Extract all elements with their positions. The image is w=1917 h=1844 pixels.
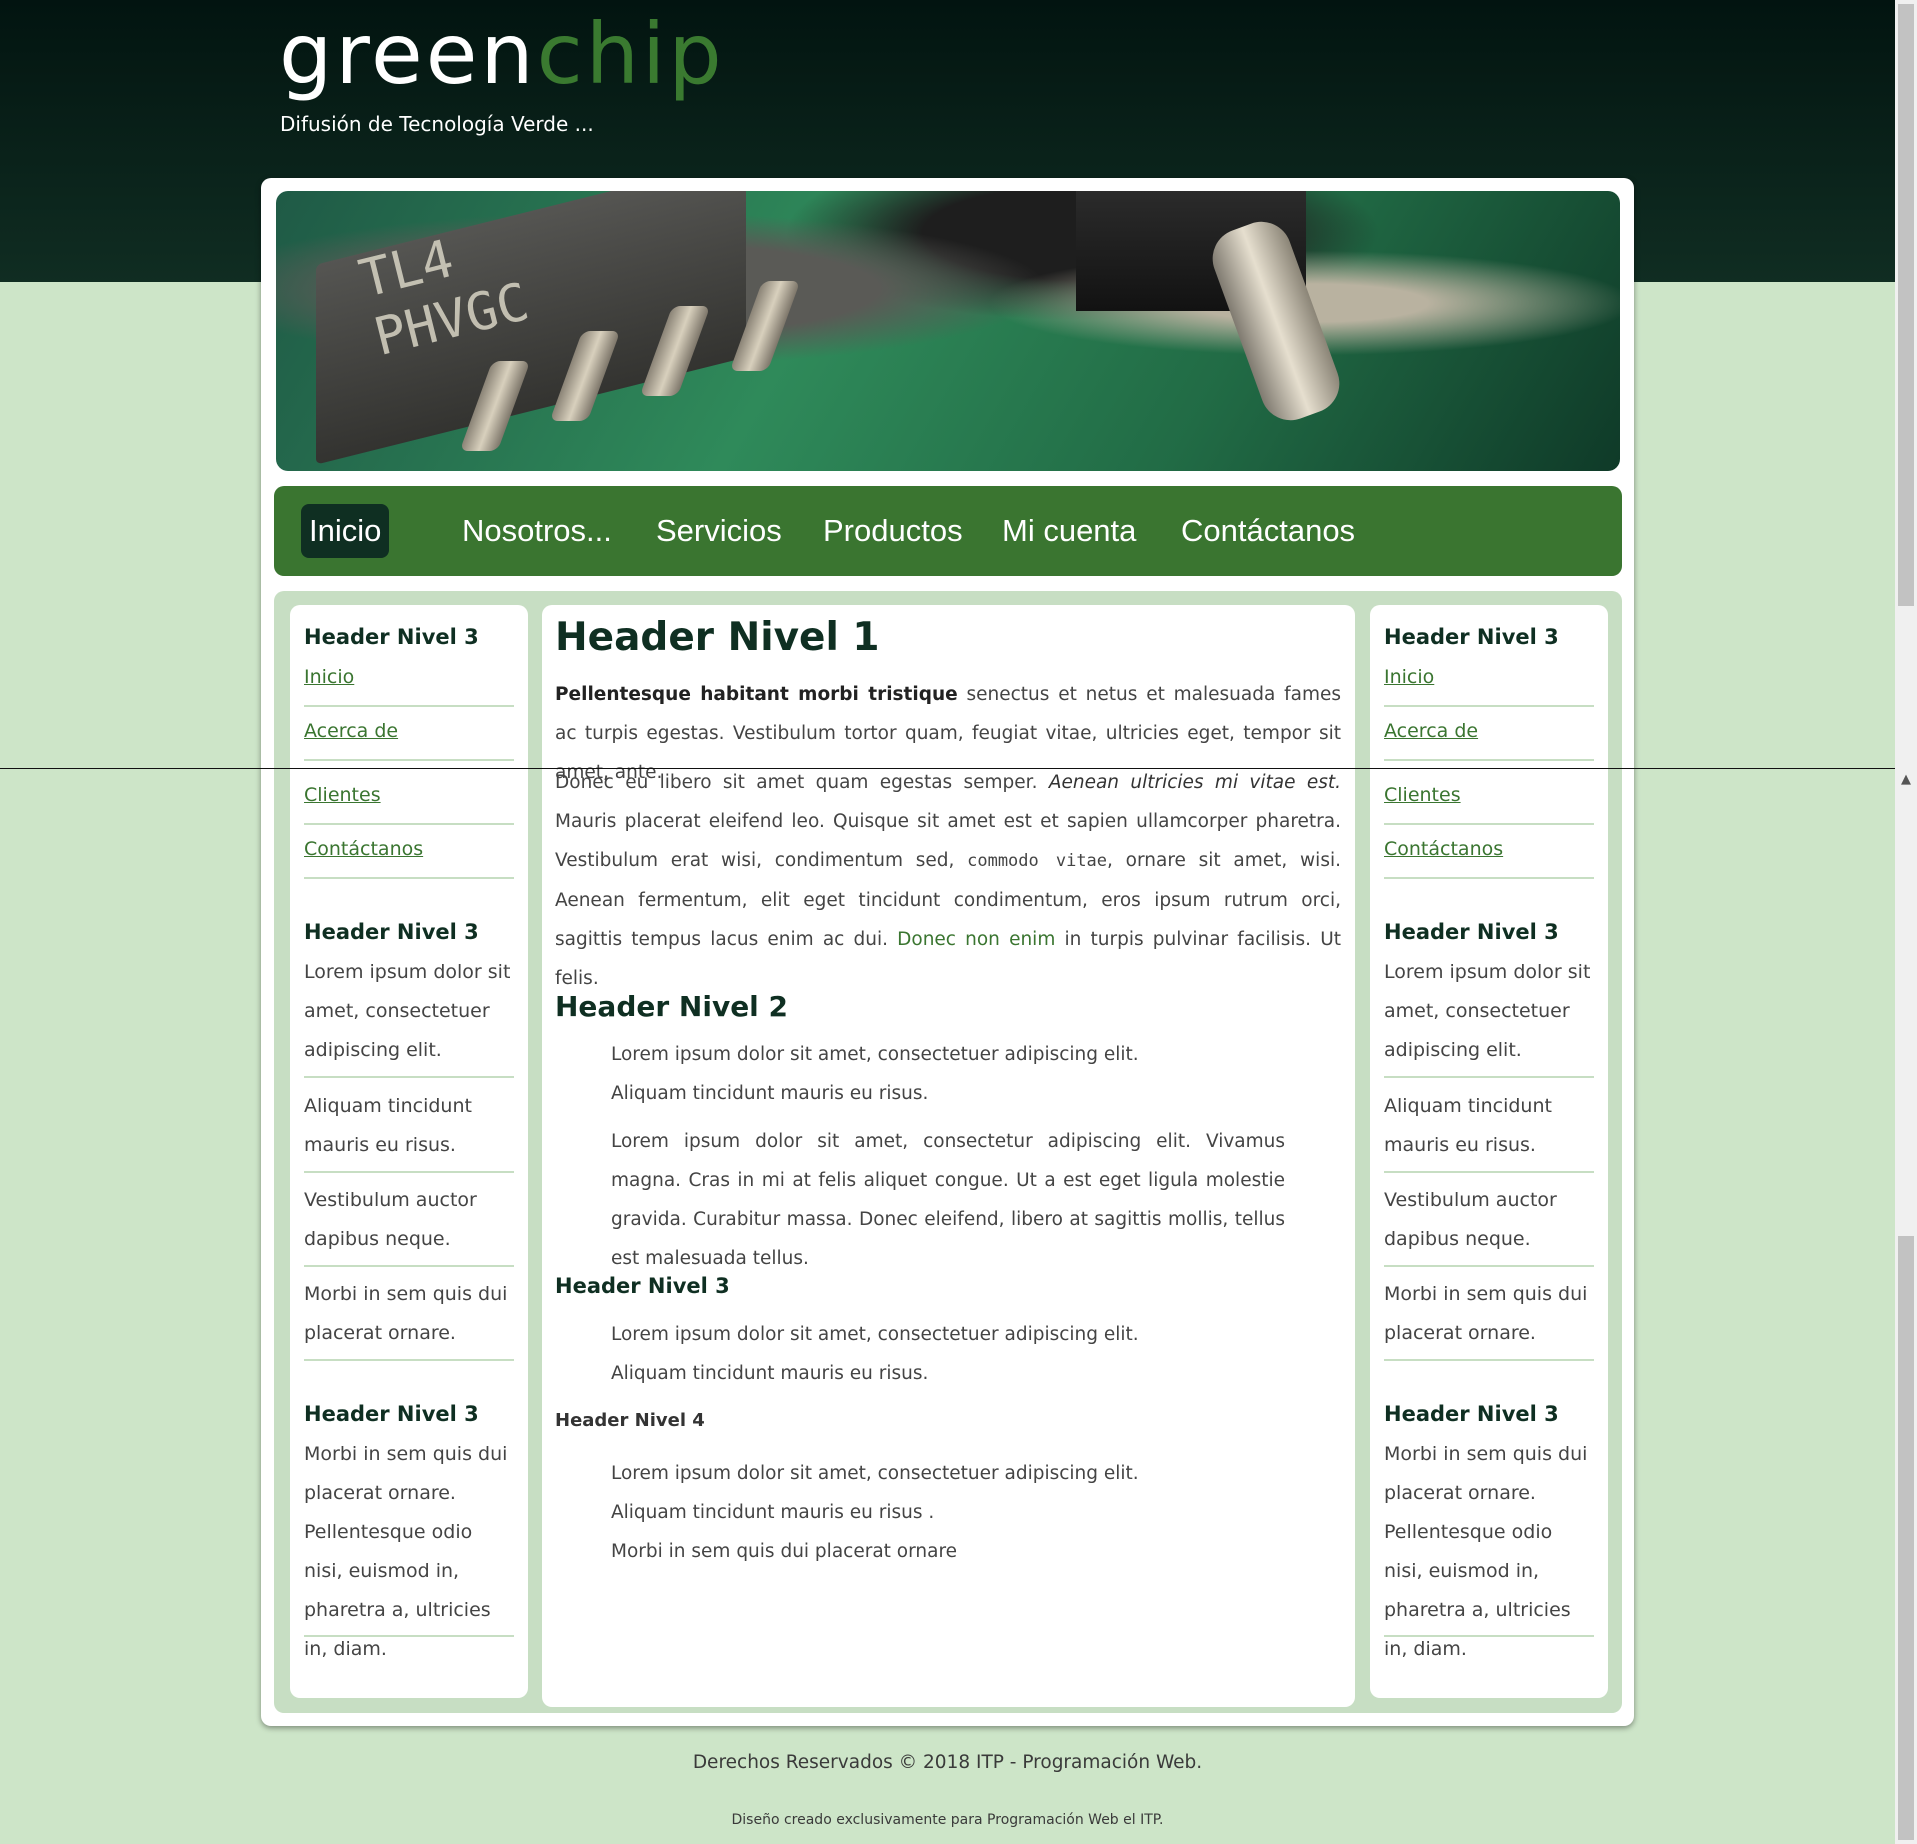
list-item: Aliquam tincidunt mauris eu risus . [611,1502,935,1523]
inline-link[interactable]: Donec non enim [897,929,1055,950]
sidebar-item: Lorem ipsum dolor sit amet, consectetuer… [1384,953,1594,1078]
scrollbar-thumb[interactable] [1898,1236,1914,1840]
list-item: Lorem ipsum dolor sit amet, consectetuer… [611,1044,1139,1065]
sidebar-link-contactanos[interactable]: Contáctanos [304,830,514,879]
main-content: Header Nivel 1 Pellentesque habitant mor… [542,605,1355,1707]
list-item: Aliquam tincidunt mauris eu risus. [611,1083,929,1104]
main-nav: Inicio Nosotros... Servicios Productos M… [274,486,1622,576]
body-paragraph: Donec eu libero sit amet quam egestas se… [555,772,1342,989]
page-title: Header Nivel 1 [555,615,880,660]
list-item: Morbi in sem quis dui placerat ornare [611,1541,958,1562]
screenshot-divider [0,768,1895,769]
nav-item-inicio[interactable]: Inicio [301,504,390,558]
sidebar-item: Lorem ipsum dolor sit amet, consectetuer… [304,953,514,1078]
sidebar-item: Aliquam tincidunt mauris eu risus. [1384,1087,1594,1173]
chevron-up-icon[interactable]: ▲ [1895,770,1917,790]
nav-item-mi-cuenta[interactable]: Mi cuenta [994,504,1144,558]
hero-image: TL4 PHVGC [276,191,1620,471]
sidebar-link-inicio[interactable]: Inicio [1384,658,1594,707]
nav-item-nosotros[interactable]: Nosotros... [454,504,620,558]
nav-item-productos[interactable]: Productos [815,504,971,558]
sidebar-heading: Header Nivel 3 [1384,920,1559,944]
content-area: Header Nivel 3 Inicio Acerca de Clientes… [274,591,1622,1713]
sidebar-link-contactanos[interactable]: Contáctanos [1384,830,1594,879]
section-heading-2: Header Nivel 2 [555,990,789,1023]
sidebar-text: Morbi in sem quis dui placerat ornare. P… [1384,1435,1594,1660]
footer-copyright: Derechos Reservados © 2018 ITP - Program… [692,1752,1203,1773]
list-item: Aliquam tincidunt mauris eu risus. [611,1363,929,1384]
sidebar-link-acerca[interactable]: Acerca de [1384,712,1594,761]
sidebar-item: Aliquam tincidunt mauris eu risus. [304,1087,514,1173]
nav-item-contactanos[interactable]: Contáctanos [1173,504,1363,558]
sidebar-heading: Header Nivel 3 [304,625,479,649]
sidebar-heading: Header Nivel 3 [304,1402,479,1426]
sidebar-text: Morbi in sem quis dui placerat ornare. P… [304,1435,514,1660]
sidebar-item: Vestibulum auctor dapibus neque. [1384,1181,1594,1267]
blockquote: Lorem ipsum dolor sit amet, consectetur … [611,1131,1285,1269]
sidebar-item: Vestibulum auctor dapibus neque. [304,1181,514,1267]
nav-item-servicios[interactable]: Servicios [648,504,790,558]
site-tagline: Difusión de Tecnología Verde ... [280,112,594,136]
sidebar-heading: Header Nivel 3 [1384,625,1559,649]
footer-credits: Diseño creado exclusivamente para Progra… [731,1812,1164,1828]
vertical-scrollbar[interactable]: ▲ [1895,0,1917,1844]
sidebar-heading: Header Nivel 3 [1384,1402,1559,1426]
sidebar-link-acerca[interactable]: Acerca de [304,712,514,761]
scrollbar-thumb[interactable] [1898,4,1914,606]
sidebar-link-clientes[interactable]: Clientes [304,776,514,825]
sidebar-link-inicio[interactable]: Inicio [304,658,514,707]
page-container: TL4 PHVGC Inicio Nosotros... Servicios P… [261,178,1634,1726]
sidebar-link-clientes[interactable]: Clientes [1384,776,1594,825]
site-logo[interactable]: greenchip [279,12,725,96]
component-leg [1204,213,1348,429]
list-item: Lorem ipsum dolor sit amet, consectetuer… [611,1463,1139,1484]
section-heading-3: Header Nivel 3 [555,1274,730,1298]
section-heading-4: Header Nivel 4 [555,1410,705,1431]
sidebar-item: Morbi in sem quis dui placerat ornare. [1384,1275,1594,1361]
list-item: Lorem ipsum dolor sit amet, consectetuer… [611,1324,1139,1345]
sidebar-item: Morbi in sem quis dui placerat ornare. [304,1275,514,1361]
sidebar-heading: Header Nivel 3 [304,920,479,944]
